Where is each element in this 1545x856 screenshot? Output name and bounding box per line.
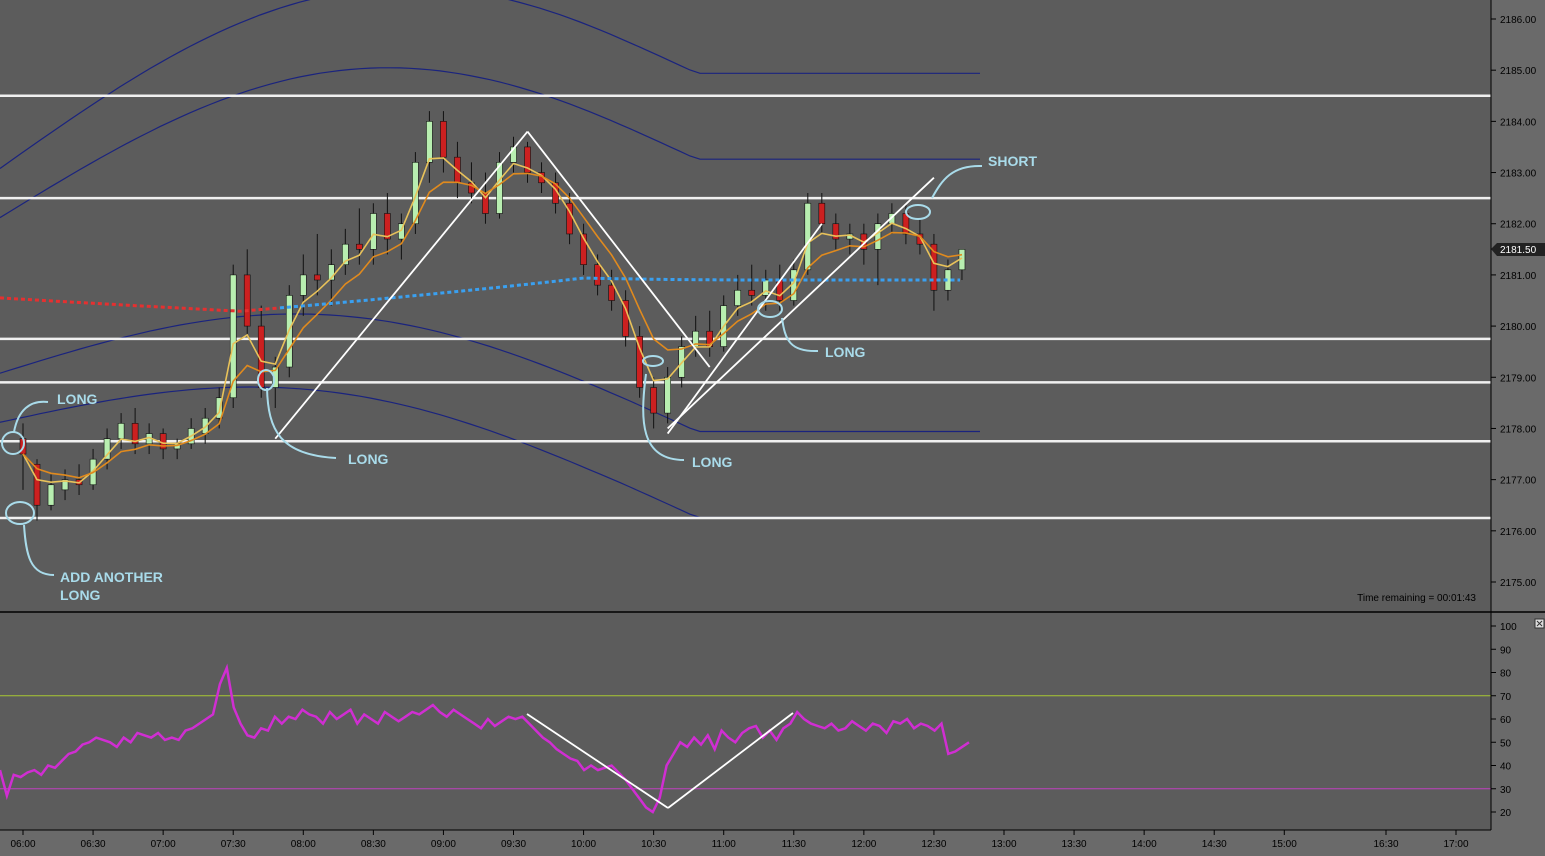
time-tick-label: 11:30 [782,839,807,850]
annotation-label: LONG [348,451,389,467]
annotation-label: LONG [825,344,866,360]
time-tick-label: 17:00 [1443,839,1468,850]
price-tick-label: 2182.00 [1500,220,1537,231]
candle-body[interactable] [243,274,251,327]
candle-body[interactable] [734,289,742,306]
time-remaining-text: Time remaining = 00:01:43 [1357,593,1476,604]
osc-tick-label: 50 [1500,738,1512,749]
annotation-label: SHORT [988,153,1037,169]
annotation-label: ADD ANOTHER [60,569,163,585]
time-tick-label: 08:30 [361,839,386,850]
time-tick-label: 07:00 [151,839,176,850]
osc-tick-label: 90 [1500,645,1512,656]
price-tick-label: 2180.00 [1500,322,1537,333]
price-tick-label: 2185.00 [1500,66,1537,77]
candle-body[interactable] [818,202,826,225]
price-tick-label: 2186.00 [1500,15,1537,26]
candle-body[interactable] [804,202,812,271]
time-tick-label: 09:30 [501,839,526,850]
candle-body[interactable] [299,274,307,296]
time-tick-label: 10:00 [571,839,596,850]
candle-body[interactable] [356,243,363,250]
candle-body[interactable] [664,376,671,414]
time-tick-label: 08:00 [291,839,316,850]
last-price-marker: 2181.50 [1491,243,1545,256]
time-tick-label: 15:00 [1272,839,1297,850]
candle-body[interactable] [313,274,321,281]
candle-body[interactable] [650,387,657,414]
price-tick-label: 2184.00 [1500,117,1537,128]
time-tick-label: 13:30 [1062,839,1087,850]
osc-tick-label: 20 [1500,808,1512,819]
price-tick-label: 2176.00 [1500,527,1537,538]
candle-body[interactable] [370,213,377,250]
annotation-label: LONG [692,454,733,470]
osc-tick-label: 60 [1500,715,1512,726]
time-tick-label: 12:30 [921,839,946,850]
osc-tick-label: 40 [1500,762,1512,773]
time-tick-label: 09:00 [431,839,456,850]
price-tick-label: 2177.00 [1500,476,1537,487]
price-tick-label: 2175.00 [1500,578,1537,589]
candle-body[interactable] [496,162,503,214]
time-tick-label: 14:00 [1132,839,1157,850]
last-price-label: 2181.50 [1500,245,1537,256]
osc-tick-label: 30 [1500,785,1512,796]
candle-body[interactable] [47,484,55,506]
candle-body[interactable] [594,264,601,286]
annotation-label: LONG [60,587,101,603]
candle-body[interactable] [117,423,125,439]
time-tick-label: 07:30 [221,839,246,850]
osc-tick-label: 70 [1500,692,1512,703]
price-tick-label: 2183.00 [1500,169,1537,180]
price-tick-label: 2181.00 [1500,271,1537,282]
time-tick-label: 13:00 [991,839,1016,850]
price-tick-label: 2178.00 [1500,424,1537,435]
trading-chart: LONG LONG ADD ANOTHER LONG LONG LONG SHORT 217… [0,0,1545,856]
time-tick-label: 10:30 [641,839,666,850]
time-tick-label: 11:00 [712,839,737,850]
osc-tick-label: 80 [1500,669,1512,680]
candle-body[interactable] [440,121,447,158]
time-tick-label: 14:30 [1202,839,1227,850]
candle-body[interactable] [426,121,433,163]
candle-body[interactable] [608,284,615,301]
time-tick-label: 06:00 [10,839,35,850]
price-tick-label: 2179.00 [1500,373,1537,384]
candle-body[interactable] [748,289,756,296]
time-tick-label: 06:30 [81,839,106,850]
time-tick-label: 16:30 [1373,839,1398,850]
time-tick-label: 12:00 [851,839,876,850]
annotation-label: LONG [57,391,98,407]
candle-body[interactable] [33,463,41,506]
osc-tick-label: 100 [1500,622,1517,633]
panel-close-button[interactable] [1534,618,1545,629]
